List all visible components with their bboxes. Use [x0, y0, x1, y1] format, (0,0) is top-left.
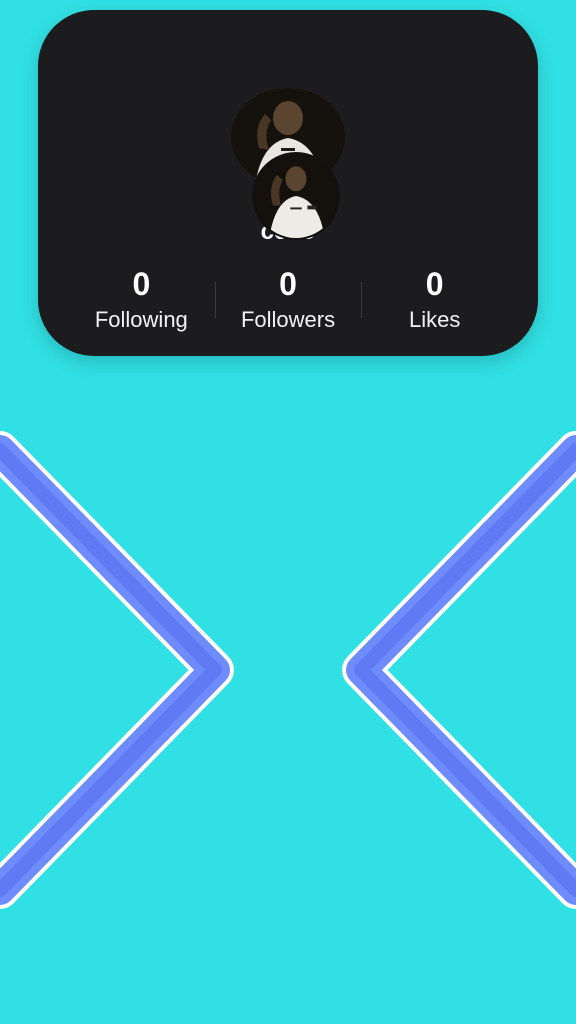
stat-value: 0 — [425, 266, 444, 302]
stat-label: Likes — [409, 307, 461, 332]
chevron-left-icon — [342, 431, 576, 909]
stat-label: Followers — [240, 307, 336, 332]
chevron-right-icon — [0, 431, 234, 909]
screen: celio 0 Following 0 Followers — [0, 0, 576, 1024]
stat-following[interactable]: 0 Following — [68, 266, 215, 338]
stat-value: 0 — [132, 266, 151, 302]
previous-page-button[interactable] — [0, 420, 234, 920]
person-photo-icon — [254, 154, 338, 238]
stat-followers[interactable]: 0 Followers — [214, 266, 362, 338]
stat-divider — [361, 282, 363, 318]
stat-likes[interactable]: 0 Likes — [361, 266, 508, 338]
stat-divider — [214, 282, 216, 318]
stats-row: 0 Following 0 Followers 0 Likes — [68, 266, 508, 338]
next-page-button[interactable] — [342, 420, 576, 920]
profile-card[interactable]: celio 0 Following 0 Followers — [38, 10, 538, 356]
profile-avatar[interactable] — [252, 152, 340, 240]
stat-label: Following — [94, 307, 188, 332]
stat-value: 0 — [279, 266, 297, 302]
